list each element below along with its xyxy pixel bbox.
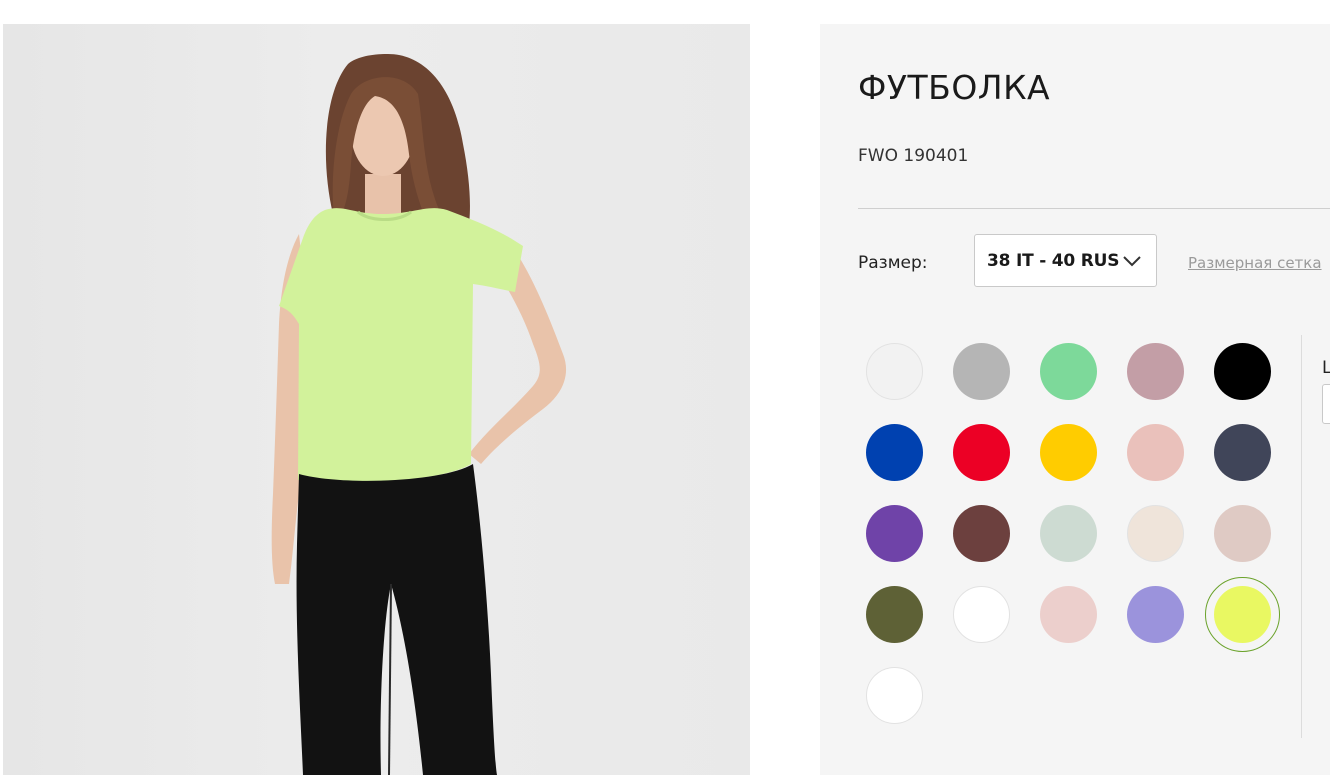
color-swatch-cell: [1031, 335, 1118, 416]
color-swatch[interactable]: [953, 586, 1010, 643]
color-swatch-cell: [857, 659, 944, 740]
color-swatch[interactable]: [1214, 424, 1271, 481]
side-panel-input[interactable]: [1322, 384, 1330, 424]
color-swatch[interactable]: [1127, 343, 1184, 400]
color-swatch-cell: [857, 497, 944, 578]
size-select[interactable]: 38 IT - 40 RUS: [974, 234, 1157, 287]
color-swatch[interactable]: [1214, 343, 1271, 400]
divider: [858, 208, 1330, 209]
color-swatch[interactable]: [866, 586, 923, 643]
color-swatch[interactable]: [866, 505, 923, 562]
color-swatch-cell: [1205, 335, 1292, 416]
color-swatch[interactable]: [1040, 586, 1097, 643]
product-title: ФУТБОЛКА: [858, 68, 1051, 107]
color-swatch[interactable]: [1040, 424, 1097, 481]
color-swatch-cell: [1205, 416, 1292, 497]
product-photo[interactable]: [3, 24, 750, 775]
color-swatch-cell: [1031, 416, 1118, 497]
color-swatch-cell: [857, 335, 944, 416]
color-swatch[interactable]: [953, 424, 1010, 481]
color-swatch[interactable]: [1040, 505, 1097, 562]
color-swatch[interactable]: [1214, 505, 1271, 562]
product-sku: FWO 190401: [858, 146, 969, 166]
color-swatch-cell: [1205, 497, 1292, 578]
color-swatch-cell: [1205, 577, 1292, 659]
color-swatch[interactable]: [866, 424, 923, 481]
chevron-down-icon: [1123, 256, 1141, 267]
size-label: Размер:: [858, 253, 928, 273]
color-swatch[interactable]: [1127, 586, 1184, 643]
color-swatch[interactable]: [866, 667, 923, 724]
color-swatch[interactable]: [1127, 505, 1184, 562]
color-swatch-cell: [1118, 497, 1205, 578]
divider-vertical: [1301, 335, 1302, 738]
color-swatch[interactable]: [953, 505, 1010, 562]
color-swatch[interactable]: [1040, 343, 1097, 400]
color-swatch-cell: [857, 416, 944, 497]
color-swatch-cell: [1118, 578, 1205, 659]
color-swatch-cell: [1031, 578, 1118, 659]
color-swatch-cell: [1031, 497, 1118, 578]
color-swatch-cell: [1118, 335, 1205, 416]
color-swatch[interactable]: [953, 343, 1010, 400]
color-swatch-cell: [1118, 416, 1205, 497]
color-swatch-cell: [944, 416, 1031, 497]
color-swatch-selected[interactable]: [1214, 586, 1271, 643]
model-illustration: [271, 54, 567, 775]
color-swatch-cell: [944, 497, 1031, 578]
color-swatch-cell: [857, 578, 944, 659]
side-panel-label: L: [1322, 358, 1330, 378]
color-swatch[interactable]: [866, 343, 923, 400]
color-swatch-cell: [944, 578, 1031, 659]
size-chart-link[interactable]: Размерная сетка: [1188, 254, 1322, 272]
color-swatches: [857, 335, 1280, 740]
color-swatch[interactable]: [1127, 424, 1184, 481]
product-info-panel: ФУТБОЛКА FWO 190401 Размер: 38 IT - 40 R…: [820, 24, 1330, 775]
size-selected-value: 38 IT - 40 RUS: [987, 250, 1120, 271]
color-swatch-cell: [944, 335, 1031, 416]
